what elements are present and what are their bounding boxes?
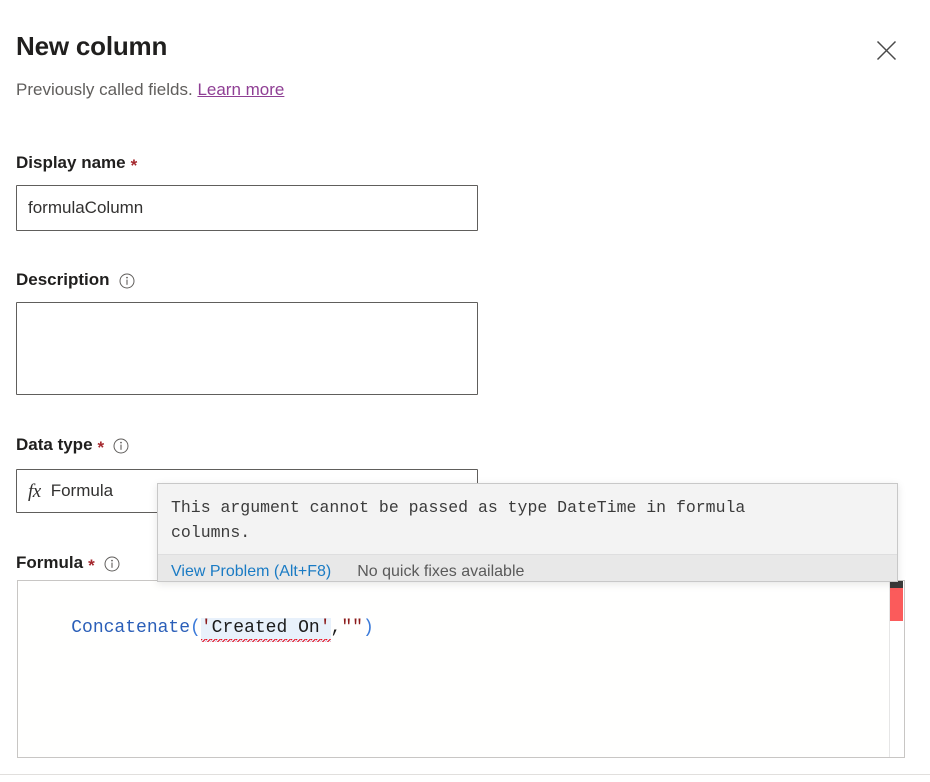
data-type-label-text: Data type — [16, 434, 93, 456]
data-type-selected-value: Formula — [51, 481, 113, 501]
tooltip-message-line-2: columns. — [171, 520, 884, 545]
formula-token-open-paren: ( — [190, 618, 201, 638]
panel-subtitle-text: Previously called fields. — [16, 80, 193, 99]
error-marker[interactable] — [890, 588, 903, 621]
quick-fixes-note: No quick fixes available — [357, 563, 524, 581]
formula-token-quote-open: ' — [201, 618, 212, 638]
view-problem-link[interactable]: View Problem (Alt+F8) — [171, 563, 331, 581]
learn-more-link[interactable]: Learn more — [197, 80, 284, 99]
display-name-label: Display name * — [16, 152, 137, 174]
info-icon[interactable] — [119, 273, 135, 289]
formula-token-quote-close: ' — [320, 618, 331, 638]
editor-overview-ruler[interactable] — [889, 581, 904, 757]
info-icon[interactable] — [104, 556, 120, 572]
description-label: Description — [16, 269, 135, 291]
formula-token-comma: , — [331, 618, 342, 638]
footer-divider — [0, 774, 930, 775]
display-name-required-marker: * — [131, 157, 138, 174]
formula-token-function: Concatenate — [71, 618, 190, 638]
formula-token-close-paren: ) — [363, 618, 374, 638]
formula-code-editor[interactable]: Concatenate('Created On',"") — [17, 580, 905, 758]
close-icon — [876, 40, 897, 61]
description-textarea[interactable] — [16, 302, 478, 395]
tooltip-message-line-1: This argument cannot be passed as type D… — [171, 495, 884, 520]
problem-hover-tooltip[interactable]: This argument cannot be passed as type D… — [157, 483, 898, 582]
display-name-input[interactable] — [16, 185, 478, 231]
tooltip-message: This argument cannot be passed as type D… — [158, 484, 897, 554]
formula-code-line: Concatenate('Created On',"") — [28, 592, 374, 664]
data-type-required-marker: * — [98, 439, 105, 456]
data-type-label: Data type * — [16, 434, 129, 456]
formula-label-text: Formula — [16, 552, 83, 574]
info-icon[interactable] — [113, 438, 129, 454]
panel-subtitle: Previously called fields. Learn more — [16, 78, 284, 102]
fx-icon: fx — [28, 482, 41, 501]
cursor-position-marker — [890, 581, 903, 588]
page-title: New column — [16, 28, 167, 64]
formula-required-marker: * — [88, 557, 95, 574]
close-button[interactable] — [870, 34, 902, 66]
formula-token-identifier: Created On — [212, 618, 320, 638]
formula-token-empty-string: "" — [341, 618, 363, 638]
display-name-label-text: Display name — [16, 152, 126, 174]
formula-label: Formula * — [16, 552, 120, 574]
description-label-text: Description — [16, 269, 110, 291]
formula-argument-highlight: 'Created On' — [201, 618, 331, 642]
tooltip-action-bar: View Problem (Alt+F8) No quick fixes ava… — [158, 554, 897, 582]
